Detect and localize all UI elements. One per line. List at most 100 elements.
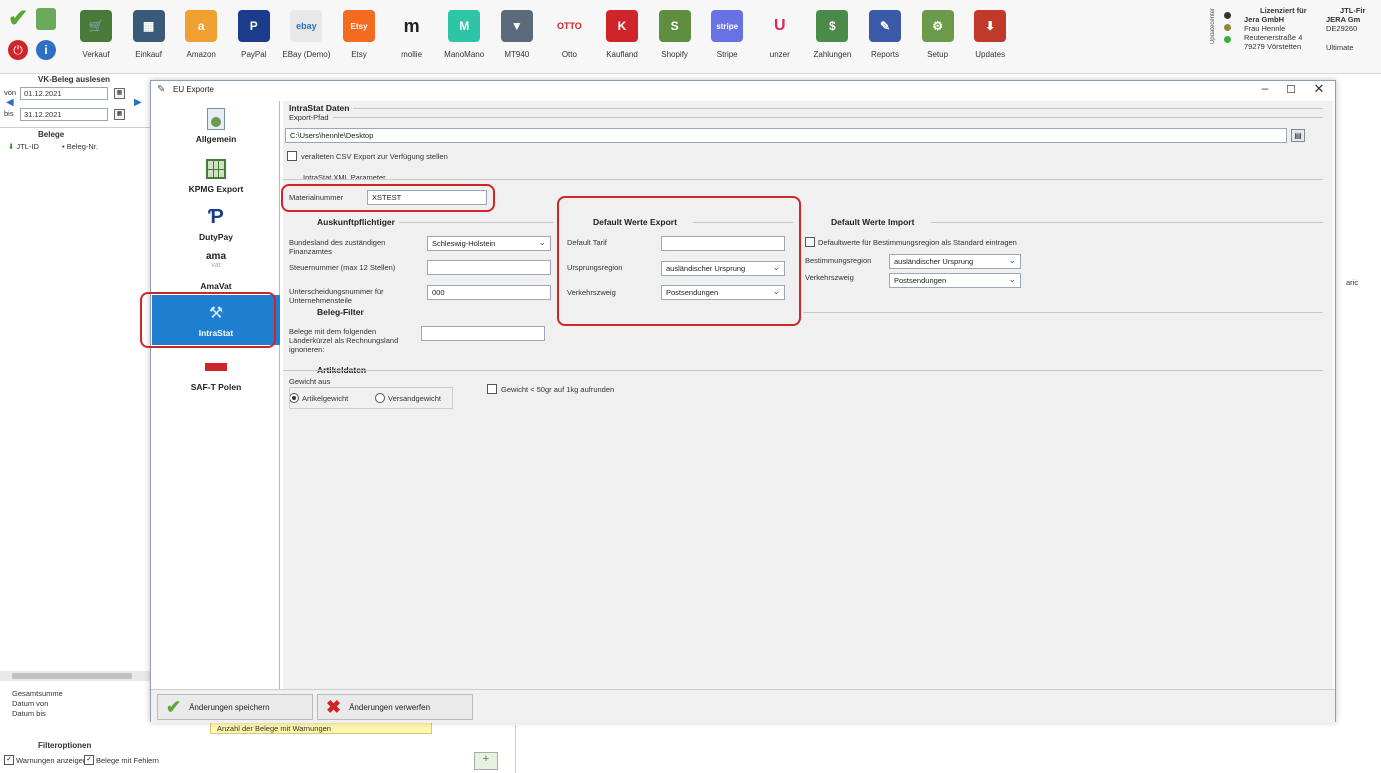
kaufland-icon: K	[606, 10, 638, 42]
belegfilter-input[interactable]	[421, 326, 545, 341]
export-pfad-label: Export-Pfad	[289, 113, 329, 122]
license-name: Frau Hennle	[1244, 24, 1286, 33]
otto-icon: OTTO	[553, 10, 586, 42]
toolbar-label: Verkauf	[82, 50, 110, 59]
maximize-icon[interactable]: ☐	[1281, 83, 1301, 101]
toolbar-button-einkauf[interactable]: ▦ Einkauf	[121, 4, 177, 68]
toolbar-button-shopify[interactable]: S Shopify	[647, 4, 703, 68]
gesamtsumme-label: Gesamtsumme	[12, 689, 63, 698]
close-icon[interactable]: ✕	[1309, 81, 1329, 99]
chk-fehler[interactable]: ✓ Belege mit Fehlern	[84, 755, 159, 765]
nav-item-kpmg-export[interactable]: KPMG Export	[152, 157, 280, 194]
cross-icon: ✖	[326, 696, 342, 717]
nav-item-allgemein[interactable]: Allgemein	[152, 107, 280, 144]
horizontal-scrollbar[interactable]	[0, 671, 150, 681]
stripe-icon: stripe	[711, 10, 744, 42]
arrow-left-icon[interactable]: ◀	[6, 97, 14, 108]
toolbar-button-verkauf[interactable]: 🛒 Verkauf	[68, 4, 124, 68]
gewicht-aus-label: Gewicht aus	[289, 377, 331, 386]
toolbar-button-unzer[interactable]: Uunzer	[752, 4, 808, 68]
bundesland-select[interactable]: Schleswig-Holstein	[427, 236, 551, 251]
von-label: von	[4, 88, 17, 97]
tarif-label: Default Tarif	[567, 238, 607, 247]
toolbar-button-updates[interactable]: ⬇ Updates	[962, 4, 1018, 68]
col-beleg-nr[interactable]: • Beleg-Nr.	[62, 142, 98, 151]
toolbar-label: Amazon	[186, 50, 216, 59]
discard-changes-label: Änderungen verwerfen	[349, 702, 431, 712]
left-pane: VK-Beleg auslesen von 01.12.2021 ▦ ◀ ▶ b…	[0, 75, 159, 773]
add-icon[interactable]: +	[474, 752, 498, 770]
checkmark-icon[interactable]: ✔	[8, 7, 30, 31]
toolbar-button-mt940[interactable]: ▼ MT940	[489, 4, 545, 68]
discard-changes-button[interactable]: ✖ Änderungen verwerfen	[317, 694, 473, 720]
materialnummer-input[interactable]: XSTEST	[367, 190, 487, 205]
toolbar-button-etsy[interactable]: Etsy Etsy	[331, 4, 387, 68]
toolbar-label: PayPal	[241, 50, 267, 59]
aufrunden-checkbox[interactable]: Gewicht < 50gr auf 1kg aufrunden	[487, 384, 614, 394]
arrow-right-icon[interactable]: ▶	[134, 97, 142, 108]
date-to-input[interactable]: 31.12.2021	[20, 108, 108, 121]
nav-item-dutypay[interactable]: Ƥ DutyPay	[152, 205, 280, 243]
settings-document-icon	[202, 107, 230, 131]
nav-item-amavat[interactable]: ama vat AmaVat	[152, 249, 280, 292]
toolbar-button-ebay-demo[interactable]: ebay EBay (Demo)	[278, 4, 334, 68]
dialog-app-icon: ✎	[157, 84, 166, 95]
toolbar-button-amazon[interactable]: a Amazon	[173, 4, 229, 68]
verkehr-export-select[interactable]: Postsendungen	[661, 285, 785, 300]
info-icon[interactable]: i	[36, 40, 56, 60]
toolbar-label: ManoMano	[444, 50, 485, 59]
divider	[333, 117, 1323, 118]
shopify-icon: S	[658, 10, 691, 42]
toolbar-button-zahlungen[interactable]: $ Zahlungen	[804, 4, 860, 68]
ursprung-select[interactable]: ausländischer Ursprung	[661, 261, 785, 276]
col-jtl-id[interactable]: ⬇ JTL-ID	[8, 142, 39, 151]
calendar-icon[interactable]: ▦	[114, 88, 125, 99]
updatecenter-side-label: Updatecenter	[1210, 8, 1216, 45]
status-light-icon	[1224, 36, 1231, 43]
dutypay-logo-icon: Ƥ	[208, 205, 224, 228]
steuernummer-input[interactable]	[427, 260, 551, 275]
power-icon[interactable]: ⏻	[8, 40, 28, 60]
unterscheidung-input[interactable]: 000	[427, 285, 551, 300]
date-from-input[interactable]: 01.12.2021	[20, 87, 108, 100]
import-defaults-checkbox[interactable]: Defaultwerte für Bestimmungsregion als S…	[805, 237, 1017, 247]
dialog-footer: ✔ Änderungen speichern ✖ Änderungen verw…	[151, 689, 1335, 723]
chk-warnungen[interactable]: ✓ Warnungen anzeigen	[4, 755, 87, 765]
main-toolbar: ✔ ⏻ i 🛒 Verkauf ▦ Einkauf a Amazon P PayPal ebay…	[0, 0, 1381, 74]
toolbar-label: EBay (Demo)	[282, 50, 331, 59]
toolbar-label: Stripe	[716, 50, 738, 59]
toolbar-button-stripe[interactable]: stripe Stripe	[699, 4, 755, 68]
toolbar-button-otto[interactable]: OTTO Otto	[541, 4, 597, 68]
belegfilter-title: Beleg-Filter	[317, 307, 364, 317]
toolbar-label: Otto	[561, 50, 577, 59]
toolbar-label: mollie	[401, 50, 423, 59]
toolbar-button-mollie[interactable]: m mollie	[384, 4, 440, 68]
toolbar-label: Etsy	[351, 50, 367, 59]
toolbar-button-paypal[interactable]: P PayPal	[226, 4, 282, 68]
tarif-input[interactable]	[661, 236, 785, 251]
minimize-icon[interactable]: –	[1255, 81, 1275, 99]
save-icon[interactable]	[36, 8, 56, 30]
calendar-icon[interactable]: ▦	[114, 109, 125, 120]
amazon-icon: a	[185, 10, 218, 42]
nav-item-saf-t-polen[interactable]: SAF-T Polen	[152, 355, 280, 392]
toolbar-button-reports[interactable]: ✎ Reports	[857, 4, 913, 68]
folder-browse-icon[interactable]: ▤	[1291, 129, 1305, 142]
verkehr-import-select[interactable]: Postsendungen	[889, 273, 1021, 288]
background-text: aric	[1346, 278, 1359, 287]
toolbar-button-manomano[interactable]: M ManoMano	[436, 4, 492, 68]
toolbar-button-kaufland[interactable]: K Kaufland	[594, 4, 650, 68]
ebay-demo-icon: ebay	[290, 10, 323, 42]
bestimmung-select[interactable]: ausländischer Ursprung	[889, 254, 1021, 269]
export-pfad-input[interactable]: C:\Users\hennle\Desktop	[285, 128, 1287, 143]
warnings-dropdown[interactable]: Anzahl der Belege mit Warnungen	[210, 722, 432, 734]
license-info-right: JTL-Fir JERA Gm DE29260 Ultimate	[1326, 6, 1366, 52]
save-changes-button[interactable]: ✔ Änderungen speichern	[157, 694, 313, 720]
dialog-titlebar[interactable]: ✎ EU Exporte – ☐ ✕	[151, 81, 1335, 99]
materialnummer-label: Materialnummer	[289, 193, 344, 202]
toolbar-label: unzer	[769, 50, 790, 59]
csv-export-checkbox[interactable]: veralteten CSV Export zur Verfügung stel…	[287, 151, 448, 161]
toolbar-button-setup[interactable]: ⚙ Setup	[910, 4, 966, 68]
divider	[283, 370, 1323, 371]
bestimmung-label: Bestimmungsregion	[805, 256, 872, 265]
